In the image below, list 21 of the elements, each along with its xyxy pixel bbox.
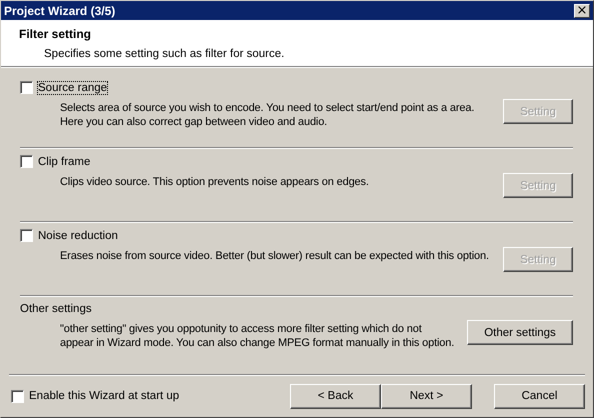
close-button[interactable]: × (574, 4, 590, 18)
option-description: Selects area of source you wish to encode. You need to select start/end point as a area. Here you can also correct gap between video and audio. (60, 101, 474, 129)
checkbox[interactable] (20, 155, 33, 168)
checkbox[interactable] (20, 229, 33, 242)
option-description: Clips video source. This option prevents noise appears on edges. (60, 175, 369, 189)
page-title: Filter setting (19, 27, 92, 41)
cancel-button[interactable]: Cancel (494, 384, 585, 408)
option-description: "other setting" gives you oppotunity to access more filter setting which do not appear in Wizard mode. You can also change MPEG format manually in this option. (60, 322, 454, 350)
option-label[interactable]: Noise reduction (38, 230, 118, 242)
option-label[interactable]: Clip frame (38, 156, 90, 168)
setting-button[interactable]: Other settings (467, 320, 573, 345)
checkbox[interactable] (11, 390, 24, 402)
back-button[interactable]: < Back (290, 384, 381, 408)
option-description: Erases noise from source video. Better (but slower) result can be expected with this option. (60, 249, 489, 263)
page-subtitle: Specifies some setting such as filter for source. (44, 48, 286, 60)
checkbox[interactable] (20, 81, 33, 94)
section-heading: Other settings (20, 303, 92, 315)
option-label[interactable]: Source range (38, 82, 108, 94)
checkbox-label[interactable]: Enable this Wizard at start up (29, 390, 180, 402)
next-button[interactable]: Next > (381, 384, 472, 408)
window-title: Project Wizard (3/5) (4, 4, 116, 18)
